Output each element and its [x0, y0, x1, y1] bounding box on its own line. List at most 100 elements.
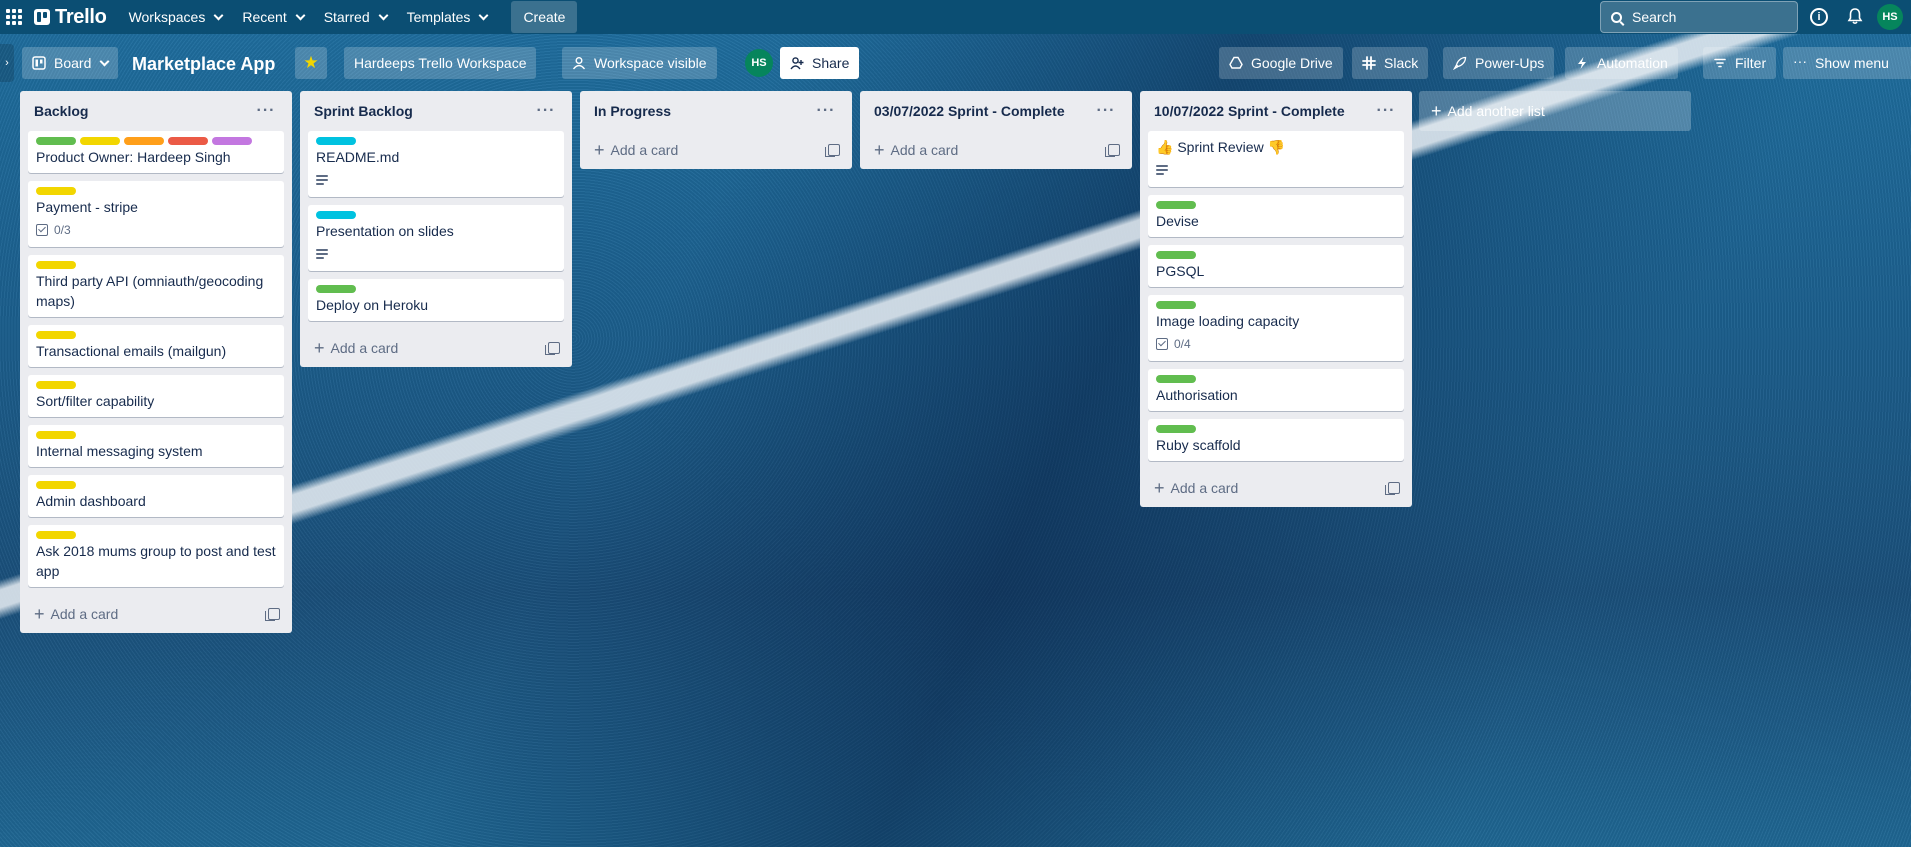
slack-button[interactable]: Slack — [1352, 47, 1429, 79]
card[interactable]: Deploy on Heroku — [308, 279, 564, 321]
card-label-orange[interactable] — [124, 137, 164, 145]
menu-workspaces[interactable]: Workspaces — [119, 1, 233, 33]
card[interactable]: Image loading capacity 0/4 — [1148, 295, 1404, 361]
list-actions-icon[interactable]: ··· — [812, 97, 840, 125]
list-title[interactable]: Backlog — [34, 103, 88, 119]
sidebar-expand-icon[interactable]: › — [0, 44, 14, 82]
list-actions-icon[interactable]: ··· — [1372, 97, 1400, 125]
create-from-template-icon[interactable] — [545, 342, 560, 355]
show-menu-button[interactable]: ··· Show menu — [1783, 47, 1911, 79]
add-list-label: Add another list — [1447, 103, 1545, 119]
card-label-sky[interactable] — [316, 211, 356, 219]
card-label-yellow[interactable] — [36, 381, 76, 389]
create-from-template-icon[interactable] — [265, 608, 280, 621]
checklist-count: 0/3 — [54, 223, 71, 237]
create-button[interactable]: Create — [511, 1, 578, 33]
list-title[interactable]: 10/07/2022 Sprint - Complete — [1154, 103, 1345, 119]
card-title: Authorisation — [1156, 387, 1238, 403]
app-switcher-icon[interactable] — [4, 7, 24, 27]
list-actions-icon[interactable]: ··· — [252, 97, 280, 125]
card-badges — [316, 169, 556, 191]
list-0: Backlog ··· Product Owner: Hardeep Singh Pa… — [20, 91, 292, 633]
card-label-green[interactable] — [1156, 375, 1196, 383]
card-label-yellow[interactable] — [36, 531, 76, 539]
card[interactable]: Sort/filter capability — [28, 375, 284, 417]
card-label-yellow[interactable] — [36, 331, 76, 339]
create-from-template-icon[interactable] — [1385, 482, 1400, 495]
card-label-red[interactable] — [168, 137, 208, 145]
card[interactable]: Product Owner: Hardeep Singh — [28, 131, 284, 173]
list-actions-icon[interactable]: ··· — [1092, 97, 1120, 125]
card-label-green[interactable] — [1156, 251, 1196, 259]
list-3: 03/07/2022 Sprint - Complete ··· + Add a ca… — [860, 91, 1132, 169]
card-label-green[interactable] — [316, 285, 356, 293]
card-label-yellow[interactable] — [80, 137, 120, 145]
card-label-yellow[interactable] — [36, 431, 76, 439]
card-label-purple[interactable] — [212, 137, 252, 145]
rocket-icon — [1453, 56, 1467, 70]
card-label-green[interactable] — [36, 137, 76, 145]
notifications-bell-icon[interactable] — [1847, 8, 1863, 25]
create-from-template-icon[interactable] — [1105, 144, 1120, 157]
card[interactable]: Presentation on slides — [308, 205, 564, 271]
add-card-button[interactable]: + Add a card — [314, 339, 398, 357]
menu-templates[interactable]: Templates — [397, 1, 498, 33]
add-card-button[interactable]: + Add a card — [34, 605, 118, 623]
card[interactable]: Third party API (omniauth/geocoding maps… — [28, 255, 284, 317]
power-ups-button[interactable]: Power-Ups — [1443, 47, 1555, 79]
card[interactable]: Ruby scaffold — [1148, 419, 1404, 461]
card-label-yellow[interactable] — [36, 187, 76, 195]
member-avatar[interactable]: HS — [745, 49, 773, 77]
trello-logo[interactable]: Trello — [34, 6, 107, 29]
card[interactable]: Transactional emails (mailgun) — [28, 325, 284, 367]
list-header: Backlog ··· — [28, 91, 284, 131]
card[interactable]: Ask 2018 mums group to post and test app — [28, 525, 284, 587]
card[interactable]: Internal messaging system — [28, 425, 284, 467]
share-button[interactable]: Share — [780, 47, 860, 79]
add-list-button[interactable]: + Add another list — [1419, 91, 1691, 131]
board-view-switcher[interactable]: Board — [22, 47, 119, 79]
card[interactable]: PGSQL — [1148, 245, 1404, 287]
list-title[interactable]: 03/07/2022 Sprint - Complete — [874, 103, 1065, 119]
card[interactable]: README.md — [308, 131, 564, 197]
star-board-button[interactable]: ★ — [295, 47, 327, 79]
board-title[interactable]: Marketplace App — [132, 50, 275, 78]
people-icon — [572, 57, 586, 70]
list-footer: + Add a card — [28, 595, 284, 633]
card[interactable]: Devise — [1148, 195, 1404, 237]
list-title[interactable]: Sprint Backlog — [314, 103, 413, 119]
card-label-green[interactable] — [1156, 201, 1196, 209]
card-label-green[interactable] — [1156, 425, 1196, 433]
card-label-yellow[interactable] — [36, 261, 76, 269]
card-title: Product Owner: Hardeep Singh — [36, 149, 231, 165]
card-label-yellow[interactable] — [36, 481, 76, 489]
card[interactable]: 👍 Sprint Review 👎 — [1148, 131, 1404, 187]
google-drive-button[interactable]: Google Drive — [1219, 47, 1343, 79]
add-card-label: Add a card — [330, 340, 399, 356]
card-label-sky[interactable] — [316, 137, 356, 145]
card[interactable]: Admin dashboard — [28, 475, 284, 517]
visibility-button[interactable]: Workspace visible — [562, 47, 717, 79]
list-actions-icon[interactable]: ··· — [532, 97, 560, 125]
card-badges — [316, 243, 556, 265]
filter-button[interactable]: Filter — [1703, 47, 1777, 79]
create-from-template-icon[interactable] — [825, 144, 840, 157]
card-label-green[interactable] — [1156, 301, 1196, 309]
card[interactable]: Authorisation — [1148, 369, 1404, 411]
menu-starred[interactable]: Starred — [314, 1, 397, 33]
add-card-button[interactable]: + Add a card — [874, 141, 958, 159]
menu-recent[interactable]: Recent — [232, 1, 313, 33]
user-avatar[interactable]: HS — [1877, 4, 1903, 30]
add-card-button[interactable]: + Add a card — [1154, 479, 1238, 497]
search-input[interactable]: Search — [1600, 1, 1798, 33]
menu-label: Workspaces — [128, 9, 206, 25]
list-title[interactable]: In Progress — [594, 103, 671, 119]
card[interactable]: Payment - stripe 0/3 — [28, 181, 284, 247]
workspace-button[interactable]: Hardeeps Trello Workspace — [344, 47, 537, 79]
info-icon[interactable]: i — [1810, 8, 1828, 26]
add-card-button[interactable]: + Add a card — [594, 141, 678, 159]
share-label: Share — [812, 55, 850, 71]
card-labels — [316, 285, 556, 293]
automation-button[interactable]: Automation — [1565, 47, 1678, 79]
menu-label: Templates — [406, 9, 471, 25]
